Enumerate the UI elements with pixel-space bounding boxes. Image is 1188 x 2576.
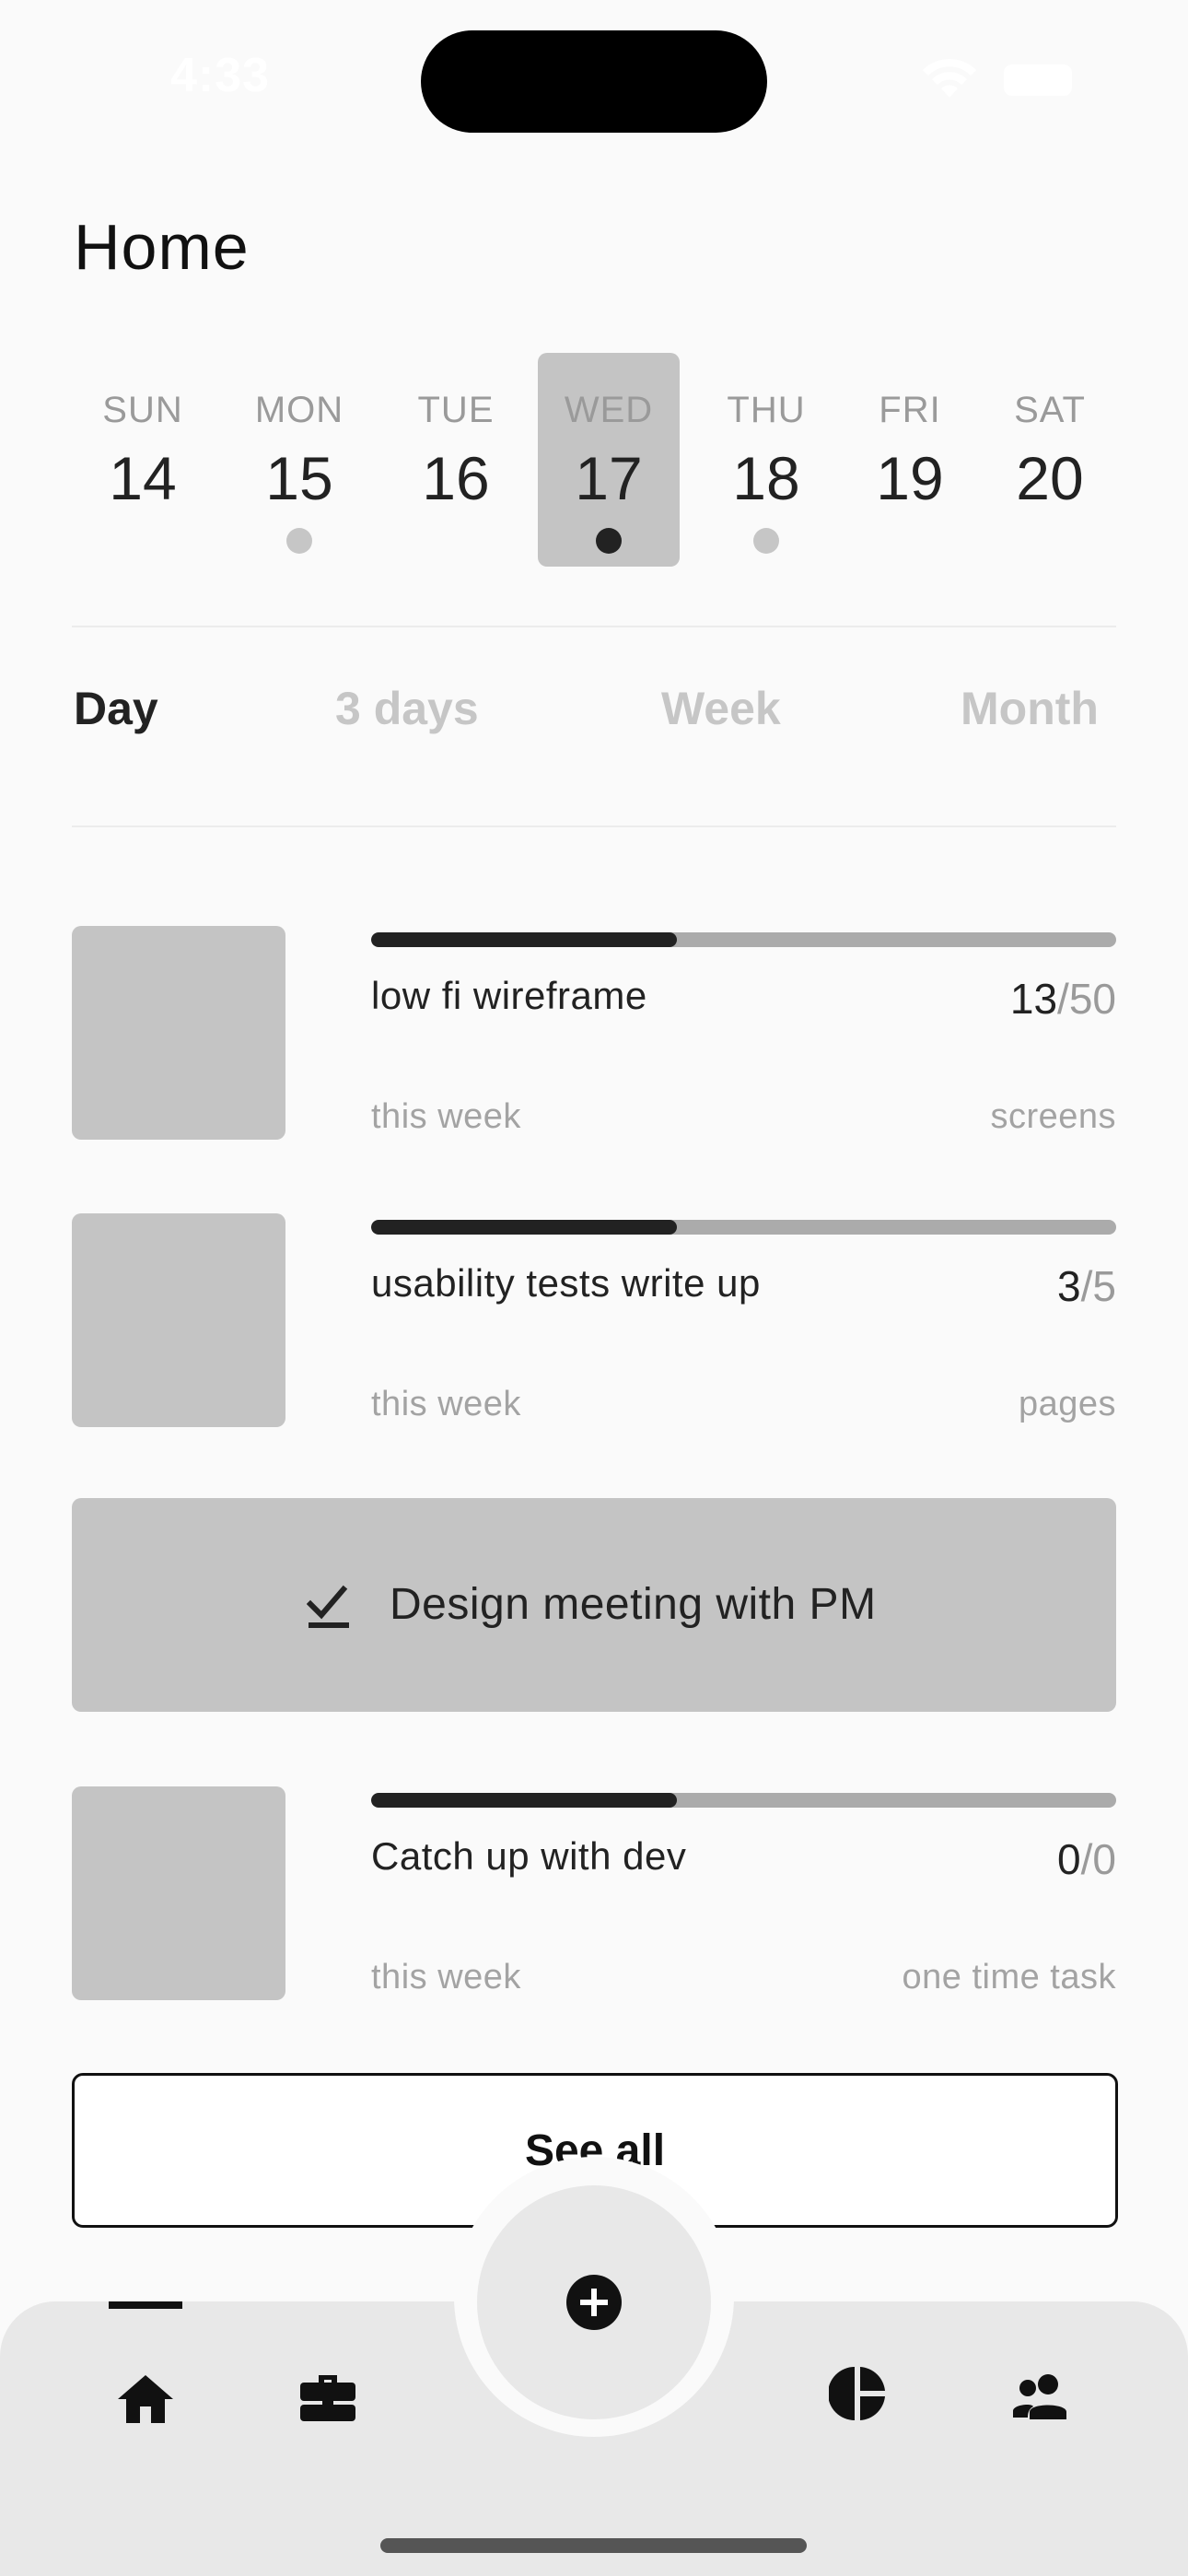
- day-name: MON: [254, 390, 344, 430]
- divider: [72, 626, 1116, 627]
- day-number: 14: [109, 444, 177, 512]
- tab-month[interactable]: Month: [961, 682, 1099, 735]
- task-total: /5: [1080, 1262, 1116, 1310]
- status-time: 4:33: [170, 49, 271, 102]
- day-number: 19: [876, 444, 944, 512]
- pie-chart-icon[interactable]: [829, 2364, 888, 2423]
- week-strip: SUN 14 MON 15 TUE 16 WED 17 THU 18 FRI 1…: [72, 353, 1116, 567]
- add-button[interactable]: [477, 2185, 711, 2419]
- task-title: usability tests write up: [371, 1261, 761, 1305]
- task-done: 13: [1009, 975, 1058, 1023]
- dynamic-island: [421, 30, 767, 133]
- checkmark-icon: [307, 1585, 349, 1628]
- progress-fill: [371, 932, 677, 947]
- home-indicator: [380, 2538, 807, 2553]
- task-unit: pages: [1018, 1385, 1116, 1423]
- day-name: TUE: [417, 390, 495, 430]
- event-dot: [286, 528, 312, 554]
- wifi-icon: [923, 58, 976, 98]
- task-total: /0: [1080, 1835, 1116, 1883]
- day-tue[interactable]: TUE 16: [385, 353, 527, 567]
- task-item[interactable]: usability tests write up 3/5 this week p…: [72, 1213, 1116, 1427]
- day-wed[interactable]: WED 17: [538, 353, 680, 567]
- day-fri[interactable]: FRI 19: [839, 353, 981, 567]
- tab-3-days[interactable]: 3 days: [335, 682, 479, 735]
- day-name: THU: [727, 390, 806, 430]
- task-thumbnail: [72, 926, 285, 1140]
- task-unit: one time task: [902, 1958, 1116, 1996]
- range-tabs: Day 3 days Week Month: [72, 682, 1116, 765]
- event-dot: [596, 528, 622, 554]
- day-thu[interactable]: THU 18: [695, 353, 837, 567]
- briefcase-icon[interactable]: [298, 2366, 357, 2425]
- task-done: 0: [1057, 1835, 1081, 1883]
- day-name: SAT: [1014, 390, 1086, 430]
- status-bar: 4:33: [0, 0, 1188, 157]
- task-count: 3/5: [1057, 1261, 1116, 1311]
- day-sat[interactable]: SAT 20: [979, 353, 1121, 567]
- day-number: 16: [422, 444, 490, 512]
- task-total: /50: [1057, 975, 1116, 1023]
- task-period: this week: [371, 1097, 521, 1136]
- task-count: 13/50: [1010, 974, 1116, 1024]
- progress-bar: [371, 932, 1116, 947]
- task-period: this week: [371, 1385, 521, 1423]
- meeting-label: Design meeting with PM: [390, 1580, 877, 1629]
- tab-week[interactable]: Week: [661, 682, 781, 735]
- task-thumbnail: [72, 1786, 285, 2000]
- day-number: 17: [575, 444, 643, 512]
- event-dot: [753, 528, 779, 554]
- progress-fill: [371, 1220, 677, 1235]
- day-number: 15: [265, 444, 333, 512]
- progress-bar: [371, 1793, 1116, 1808]
- task-item[interactable]: low fi wireframe 13/50 this week screens: [72, 926, 1116, 1140]
- day-name: SUN: [102, 390, 183, 430]
- progress-bar: [371, 1220, 1116, 1235]
- task-unit: screens: [990, 1097, 1116, 1136]
- page-title: Home: [74, 211, 250, 283]
- meeting-item[interactable]: Design meeting with PM: [72, 1498, 1116, 1712]
- task-count: 0/0: [1057, 1834, 1116, 1884]
- task-item[interactable]: Catch up with dev 0/0 this week one time…: [72, 1786, 1116, 2000]
- day-mon[interactable]: MON 15: [228, 353, 370, 567]
- tab-day[interactable]: Day: [74, 682, 158, 735]
- task-title: low fi wireframe: [371, 974, 647, 1017]
- day-name: FRI: [879, 390, 941, 430]
- task-period: this week: [371, 1958, 521, 1996]
- people-icon[interactable]: [1011, 2366, 1070, 2425]
- task-title: Catch up with dev: [371, 1834, 687, 1878]
- task-thumbnail: [72, 1213, 285, 1427]
- active-tab-indicator: [109, 2301, 182, 2309]
- day-sun[interactable]: SUN 14: [72, 353, 214, 567]
- divider: [72, 825, 1116, 827]
- home-icon[interactable]: [116, 2370, 175, 2429]
- day-number: 20: [1016, 444, 1084, 512]
- day-number: 18: [732, 444, 800, 512]
- progress-fill: [371, 1793, 677, 1808]
- battery-icon: [1004, 64, 1072, 96]
- plus-circle-icon: [566, 2275, 622, 2330]
- day-name: WED: [564, 390, 654, 430]
- task-done: 3: [1057, 1262, 1081, 1310]
